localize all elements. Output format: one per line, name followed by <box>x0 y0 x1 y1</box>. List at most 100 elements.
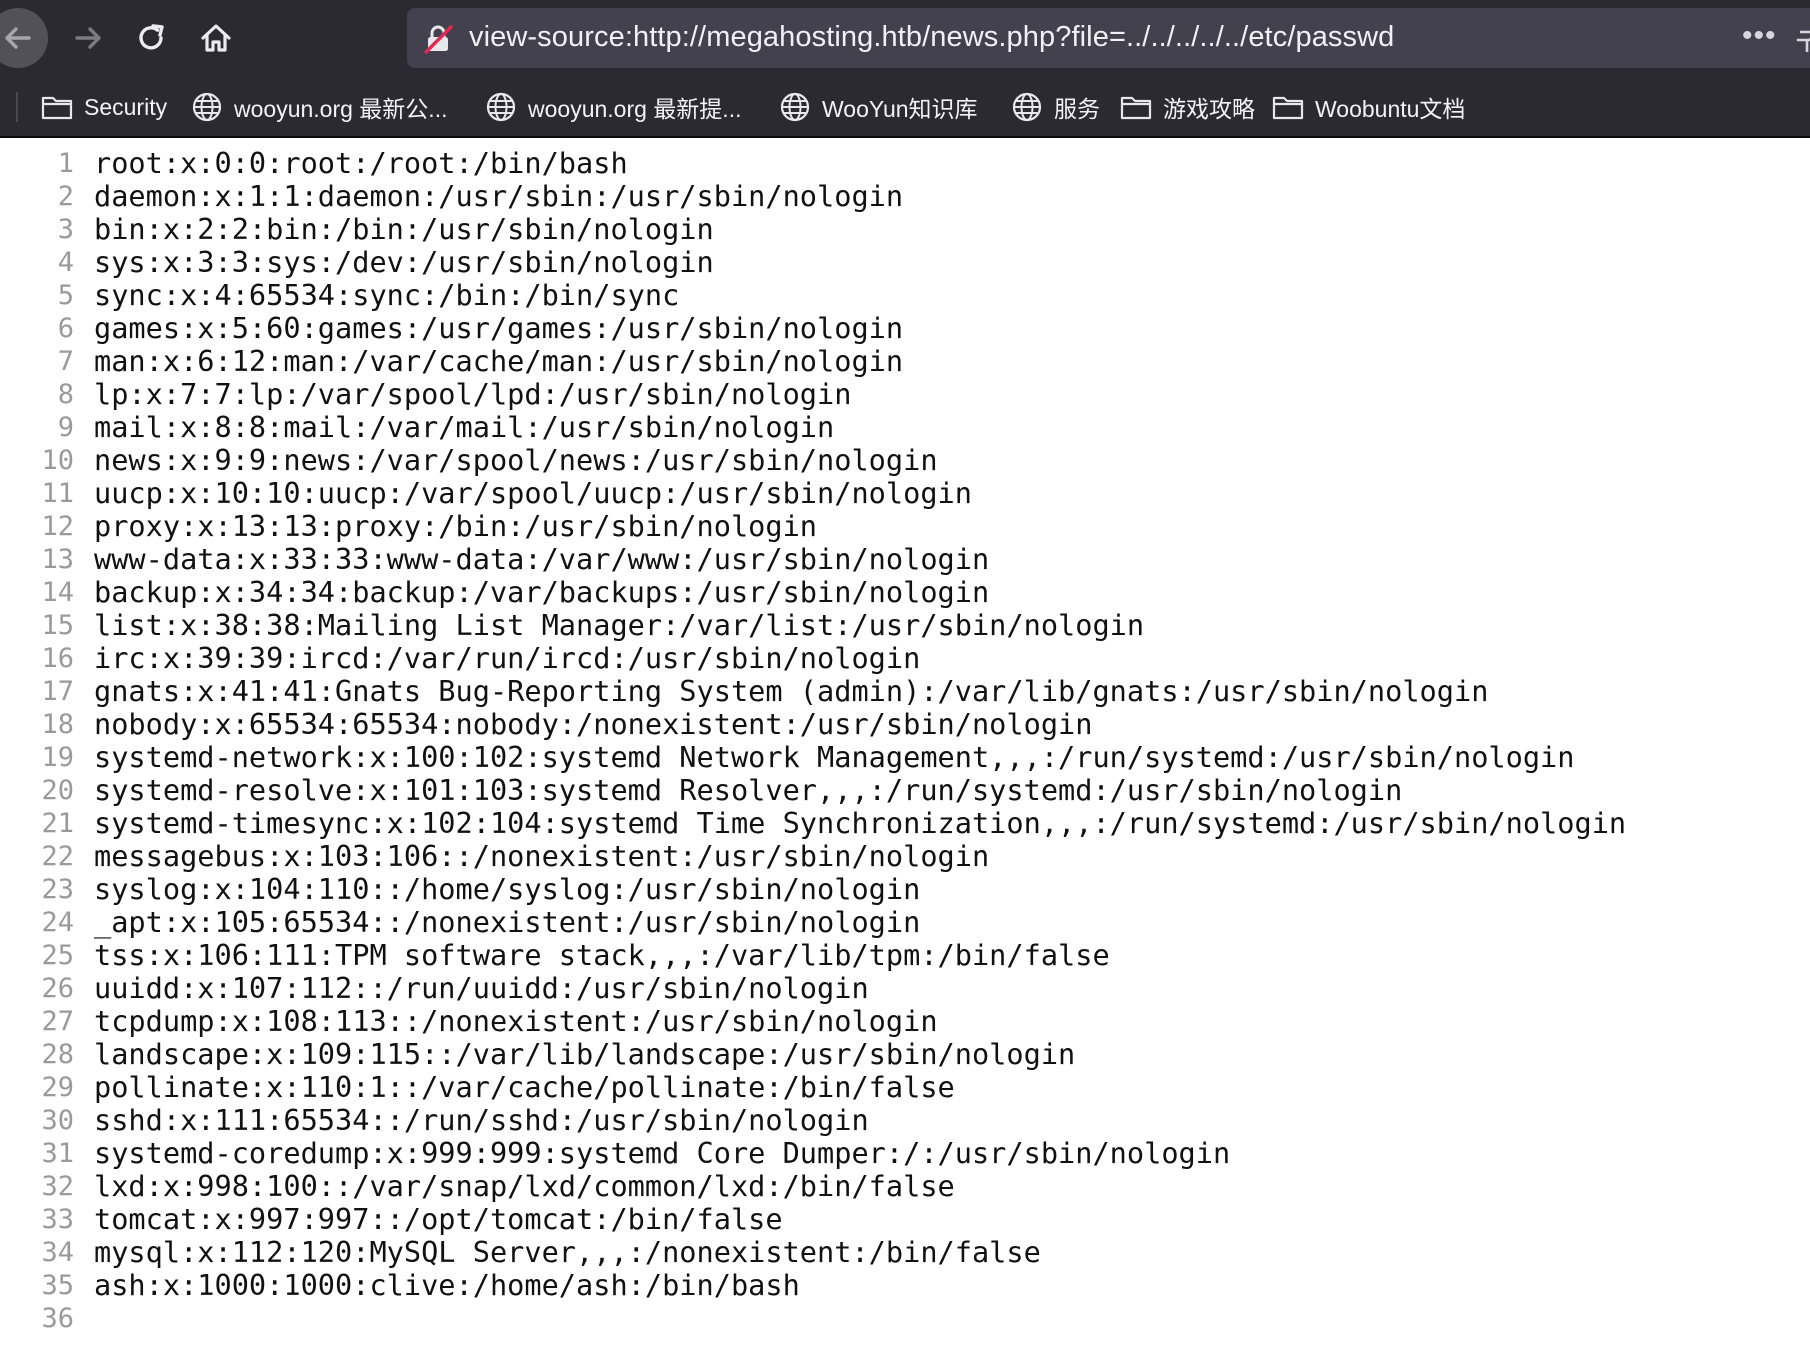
line-number: 4 <box>57 247 74 278</box>
globe-icon <box>1012 92 1042 122</box>
line-text: sys:x:3:3:sys:/dev:/usr/sbin/nologin <box>94 245 714 279</box>
url-text[interactable]: view-source:http://megahosting.htb/news.… <box>469 21 1394 54</box>
line-number: 5 <box>57 280 74 311</box>
line-text: proxy:x:13:13:proxy:/bin:/usr/sbin/nolog… <box>94 509 818 543</box>
line-number: 12 <box>41 511 74 542</box>
line-text: systemd-network:x:100:102:systemd Networ… <box>94 740 1575 774</box>
insecure-lock-icon[interactable] <box>423 24 453 54</box>
line-text: nobody:x:65534:65534:nobody:/nonexistent… <box>94 707 1093 741</box>
reload-icon <box>139 24 164 50</box>
line-number: 17 <box>41 676 74 707</box>
line-number: 14 <box>41 577 74 608</box>
line-text: news:x:9:9:news:/var/spool/news:/usr/sbi… <box>94 443 938 477</box>
line-number: 35 <box>41 1270 74 1301</box>
line-text: pollinate:x:110:1::/var/cache/pollinate:… <box>94 1070 955 1104</box>
bookmark-game-guides[interactable]: 游戏攻略 <box>1119 88 1255 126</box>
line-text: backup:x:34:34:backup:/var/backups:/usr/… <box>94 575 990 609</box>
bookmark-label: wooyun.org 最新提... <box>528 96 742 122</box>
arrow-left-icon <box>5 27 31 49</box>
line-text: lxd:x:998:100::/var/snap/lxd/common/lxd:… <box>94 1169 955 1203</box>
line-number: 3 <box>57 214 74 245</box>
line-number: 22 <box>41 841 74 872</box>
line-number: 9 <box>57 412 74 443</box>
line-text: tcpdump:x:108:113::/nonexistent:/usr/sbi… <box>94 1004 938 1038</box>
line-text: games:x:5:60:games:/usr/games:/usr/sbin/… <box>94 311 904 345</box>
line-text: messagebus:x:103:106::/nonexistent:/usr/… <box>94 839 990 873</box>
line-text: mysql:x:112:120:MySQL Server,,,:/nonexis… <box>94 1235 1041 1269</box>
line-text: tss:x:106:111:TPM software stack,,,:/var… <box>94 938 1110 972</box>
line-number: 7 <box>57 346 74 377</box>
home-button[interactable] <box>186 8 246 68</box>
line-number: 18 <box>41 709 74 740</box>
more-actions-icon[interactable]: ••• <box>1742 21 1782 51</box>
line-number: 16 <box>41 643 74 674</box>
line-number: 28 <box>41 1039 74 1070</box>
bookmark-security[interactable]: Security <box>40 88 167 126</box>
line-text: systemd-coredump:x:999:999:systemd Core … <box>94 1136 1231 1170</box>
line-number: 30 <box>41 1105 74 1136</box>
line-text: lp:x:7:7:lp:/var/spool/lpd:/usr/sbin/nol… <box>94 377 852 411</box>
bookmark-label: 游戏攻略 <box>1163 96 1255 122</box>
line-text: bin:x:2:2:bin:/bin:/usr/sbin/nologin <box>94 212 714 246</box>
line-text: www-data:x:33:33:www-data:/var/www:/usr/… <box>94 542 990 576</box>
line-number: 15 <box>41 610 74 641</box>
line-number: 1 <box>57 148 74 179</box>
arrow-right-icon <box>75 27 101 49</box>
line-text: _apt:x:105:65534::/nonexistent:/usr/sbin… <box>94 905 921 939</box>
bookmark-wooyun-latest-submit[interactable]: wooyun.org 最新提... <box>484 88 741 126</box>
bookmark-wooyun-latest-public[interactable]: wooyun.org 最新公... <box>190 88 447 126</box>
line-text: root:x:0:0:root:/root:/bin/bash <box>94 146 628 180</box>
bookmark-woobuntu-docs[interactable]: Woobuntu文档 <box>1271 88 1465 126</box>
line-number: 29 <box>41 1072 74 1103</box>
line-text: uuidd:x:107:112::/run/uuidd:/usr/sbin/no… <box>94 971 869 1005</box>
line-number: 21 <box>41 808 74 839</box>
line-number: 31 <box>41 1138 74 1169</box>
bookmark-label: wooyun.org 最新公... <box>234 96 448 122</box>
globe-icon <box>486 92 516 122</box>
reload-button[interactable] <box>122 8 182 68</box>
line-number: 8 <box>57 379 74 410</box>
line-number: 19 <box>41 742 74 773</box>
line-number: 36 <box>41 1303 74 1334</box>
line-text: sshd:x:111:65534::/run/sshd:/usr/sbin/no… <box>94 1103 869 1137</box>
line-text: systemd-resolve:x:101:103:systemd Resolv… <box>94 773 1403 807</box>
line-number: 24 <box>41 907 74 938</box>
line-text: tomcat:x:997:997::/opt/tomcat:/bin/false <box>94 1202 783 1236</box>
line-text: irc:x:39:39:ircd:/var/run/ircd:/usr/sbin… <box>94 641 921 675</box>
bookmark-label: Woobuntu文档 <box>1315 96 1466 122</box>
line-number: 10 <box>41 445 74 476</box>
line-text: sync:x:4:65534:sync:/bin:/bin/sync <box>94 278 680 312</box>
line-text: uucp:x:10:10:uucp:/var/spool/uucp:/usr/s… <box>94 476 972 510</box>
bookmark-label: Security <box>84 93 168 120</box>
bookmarks-separator <box>16 92 18 122</box>
bookmark-label: WooYun知识库 <box>822 96 978 122</box>
line-number: 11 <box>41 478 74 509</box>
line-number: 34 <box>41 1237 74 1268</box>
line-text: gnats:x:41:41:Gnats Bug-Reporting System… <box>94 674 1489 708</box>
line-number: 13 <box>41 544 74 575</box>
line-number: 6 <box>57 313 74 344</box>
line-text: man:x:6:12:man:/var/cache/man:/usr/sbin/… <box>94 344 904 378</box>
line-text: systemd-timesync:x:102:104:systemd Time … <box>94 806 1627 840</box>
folder-icon <box>1120 96 1152 120</box>
back-button[interactable] <box>0 8 48 68</box>
globe-icon <box>192 92 222 122</box>
bookmarks-toolbar: Security wooyun.org 最新公... wooyun.org 最新… <box>0 78 1810 138</box>
line-number: 26 <box>41 973 74 1004</box>
line-number: 2 <box>57 181 74 212</box>
folder-icon <box>41 96 73 120</box>
line-number: 25 <box>41 940 74 971</box>
line-text: landscape:x:109:115::/var/lib/landscape:… <box>94 1037 1076 1071</box>
bookmark-services[interactable]: 服务 <box>1010 88 1100 126</box>
line-text: ash:x:1000:1000:clive:/home/ash:/bin/bas… <box>94 1268 800 1302</box>
navigation-toolbar: view-source:http://megahosting.htb/news.… <box>0 0 1810 78</box>
line-number: 23 <box>41 874 74 905</box>
line-number: 20 <box>41 775 74 806</box>
forward-button[interactable] <box>58 8 118 68</box>
line-text: syslog:x:104:110::/home/syslog:/usr/sbin… <box>94 872 921 906</box>
line-text: daemon:x:1:1:daemon:/usr/sbin:/usr/sbin/… <box>94 179 904 213</box>
bookmark-wooyun-knowledge-base[interactable]: WooYun知识库 <box>778 88 978 126</box>
line-text: mail:x:8:8:mail:/var/mail:/usr/sbin/nolo… <box>94 410 835 444</box>
pin-icon[interactable] <box>1792 24 1810 54</box>
address-bar[interactable]: view-source:http://megahosting.htb/news.… <box>407 8 1810 68</box>
